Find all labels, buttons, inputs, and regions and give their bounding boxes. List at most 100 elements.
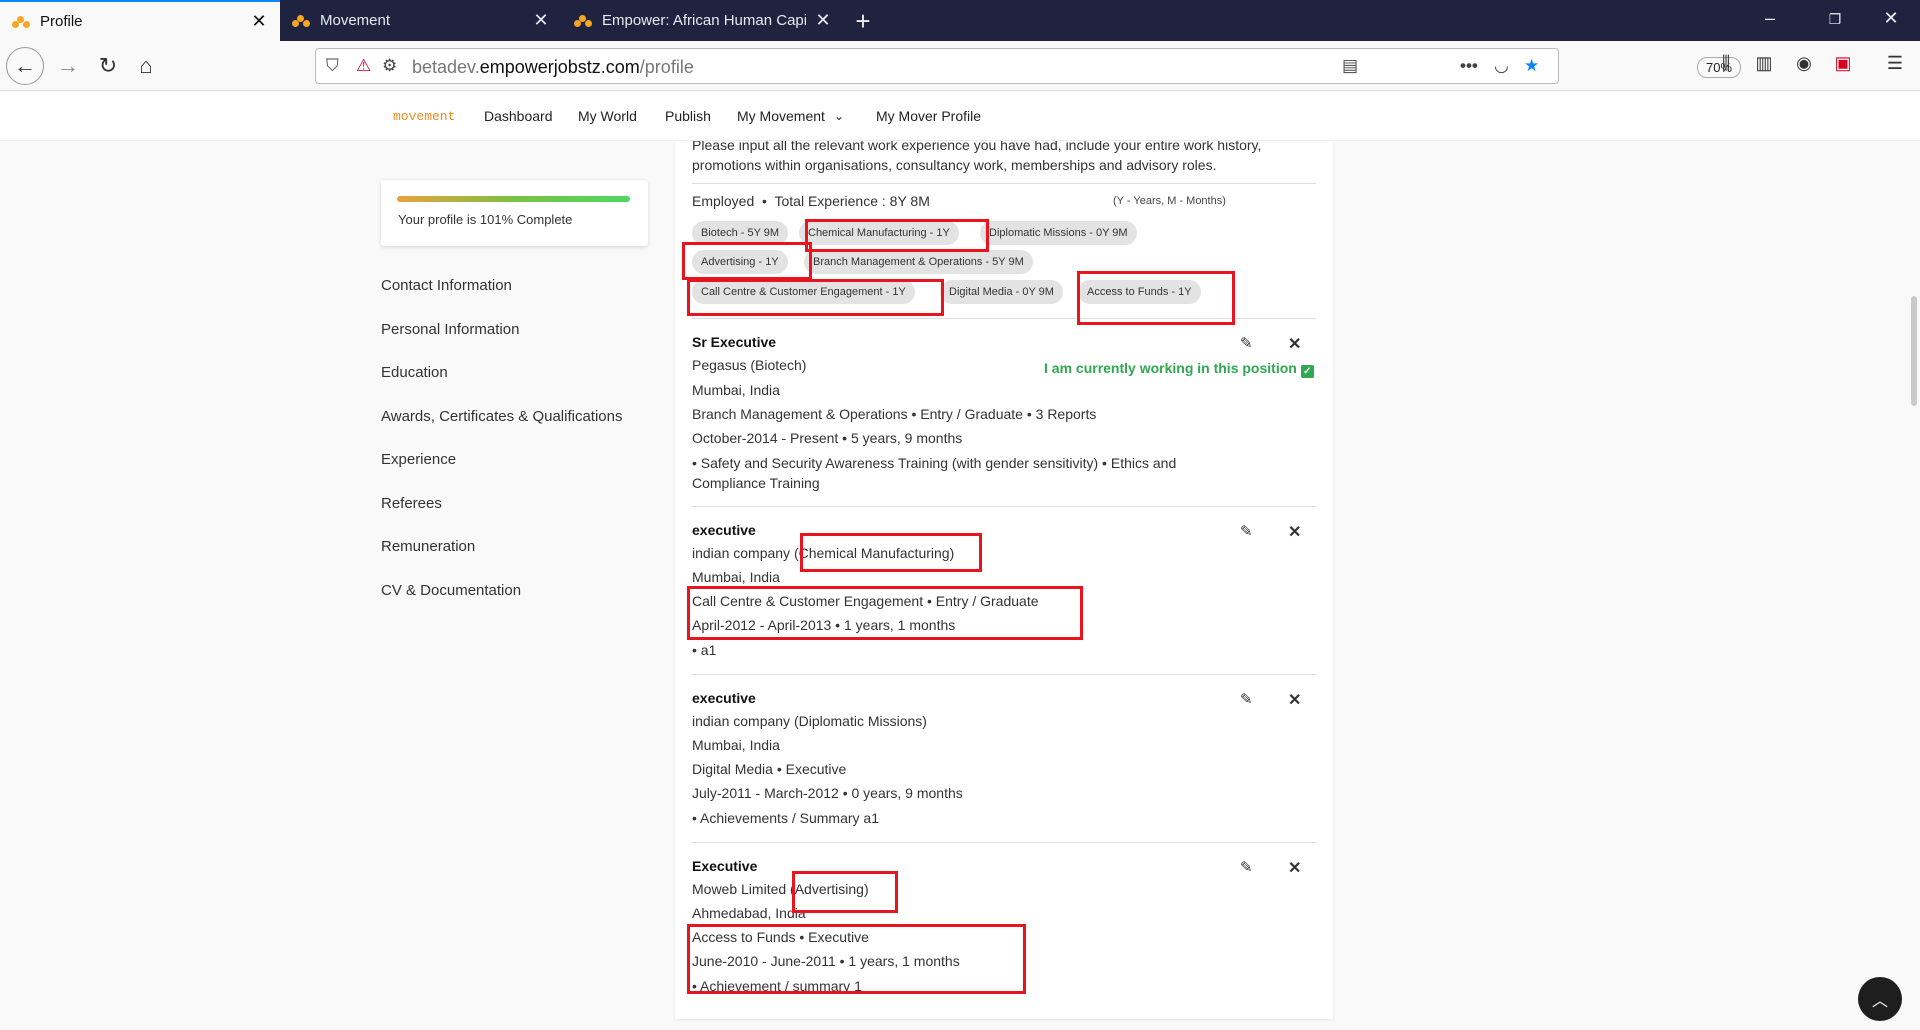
employment-status: Employed: [692, 193, 755, 209]
experience-intro: Please input all the relevant work exper…: [692, 141, 1262, 173]
entry-industry: (Advertising): [790, 881, 869, 897]
movement-logo-icon: [574, 14, 592, 27]
profile-progress-card: Your profile is 101% Complete: [381, 180, 648, 246]
divider: [692, 183, 1316, 184]
more-actions-icon[interactable]: •••: [1460, 56, 1478, 76]
tab-movement[interactable]: Movement ✕: [280, 0, 562, 41]
browser-tab-bar: Profile ✕ Movement ✕ Empower: African Hu…: [0, 0, 1920, 41]
nav-dashboard[interactable]: Dashboard: [484, 108, 553, 124]
divider: [692, 506, 1316, 507]
address-bar[interactable]: ⛉ ⚠ ⚙ betadev.empowerjobstz.com/profile …: [315, 48, 1742, 84]
entry-period: April-2012 - April-2013 • 1 years, 1 mon…: [692, 617, 956, 633]
close-icon[interactable]: ✕: [1288, 858, 1301, 878]
experience-chip: Access to Funds - 1Y: [1078, 280, 1201, 304]
experience-chip: Biotech - 5Y 9M: [692, 221, 789, 245]
close-icon[interactable]: ✕: [1288, 522, 1301, 542]
account-icon[interactable]: ◉: [1791, 53, 1817, 74]
experience-summary: Employed • Total Experience : 8Y 8M: [692, 193, 930, 209]
site-logo[interactable]: movement: [393, 109, 455, 124]
nav-my-movement[interactable]: My Movement: [737, 108, 825, 124]
entry-notes: • Achievement / summary 1: [692, 978, 862, 994]
entry-period: July-2011 - March-2012 • 0 years, 9 mont…: [692, 785, 963, 801]
close-icon[interactable]: ✕: [532, 10, 550, 31]
experience-chip: Branch Management & Operations - 5Y 9M: [804, 250, 1033, 274]
back-arrow-icon[interactable]: ←: [6, 47, 44, 85]
movement-logo-icon: [12, 15, 30, 28]
sidebar-toggle-icon[interactable]: ▥: [1751, 53, 1777, 74]
tab-empower[interactable]: Empower: African Human Capi ✕: [562, 0, 844, 41]
restore-icon[interactable]: ❐: [1820, 11, 1850, 28]
permissions-icon[interactable]: ⚙: [382, 56, 397, 76]
current-position-label: I am currently working in this position ✓: [1044, 360, 1314, 378]
pencil-icon[interactable]: ✎: [1240, 334, 1253, 352]
tab-title: Profile: [40, 13, 83, 30]
divider: [692, 842, 1316, 843]
experience-chip: Diplomatic Missions - 0Y 9M: [980, 221, 1137, 245]
browser-nav-bar: ← → ↻ ⌂ ⛉ ⚠ ⚙ betadev.empowerjobstz.com/…: [0, 41, 1920, 91]
chevron-down-icon[interactable]: ⌄: [834, 109, 844, 123]
back-to-top-button[interactable]: ︿: [1858, 977, 1902, 1021]
sidebar-item-awards[interactable]: Awards, Certificates & Qualifications: [381, 408, 623, 425]
pencil-icon[interactable]: ✎: [1240, 522, 1253, 540]
forward-arrow-icon[interactable]: →: [52, 50, 84, 82]
extension-icon[interactable]: ▣: [1830, 53, 1856, 74]
site-header: movement Dashboard My World Publish My M…: [0, 92, 1920, 141]
tab-profile[interactable]: Profile ✕: [0, 0, 280, 41]
divider: [692, 318, 1316, 319]
movement-logo-icon: [292, 14, 310, 27]
entry-company: Pegasus (Biotech): [692, 357, 807, 373]
checkbox-checked-icon[interactable]: ✓: [1300, 365, 1314, 378]
sidebar-item-remuneration[interactable]: Remuneration: [381, 538, 475, 555]
shield-icon[interactable]: ⛉: [326, 56, 339, 76]
tab-title: Movement: [320, 12, 391, 29]
entry-role-line: Access to Funds • Executive: [692, 929, 869, 945]
pocket-icon[interactable]: ◡: [1494, 56, 1509, 76]
experience-chip: Call Centre & Customer Engagement - 1Y: [692, 280, 915, 304]
insecure-lock-icon[interactable]: ⚠: [356, 56, 371, 76]
close-window-icon[interactable]: ✕: [1876, 8, 1906, 29]
divider: [692, 674, 1316, 675]
reload-icon[interactable]: ↻: [92, 50, 124, 82]
sidebar-item-cv-documentation[interactable]: CV & Documentation: [381, 582, 521, 599]
entry-notes: • Safety and Security Awareness Training…: [692, 455, 1177, 491]
sidebar-item-education[interactable]: Education: [381, 364, 448, 381]
entry-company: Moweb Limited (Advertising): [692, 881, 869, 897]
close-icon[interactable]: ✕: [814, 10, 832, 31]
entry-title: Sr Executive: [692, 334, 777, 350]
entry-location: Mumbai, India: [692, 569, 780, 585]
profile-progress-bar: [397, 196, 630, 202]
nav-my-world[interactable]: My World: [578, 108, 637, 124]
pencil-icon[interactable]: ✎: [1240, 858, 1253, 876]
entry-role-line: Digital Media • Executive: [692, 761, 847, 777]
bookmark-star-icon[interactable]: ★: [1524, 56, 1539, 76]
home-icon[interactable]: ⌂: [130, 50, 162, 82]
sidebar-item-experience[interactable]: Experience: [381, 451, 456, 468]
close-icon[interactable]: ✕: [1288, 334, 1301, 354]
reader-view-icon[interactable]: ▤: [1342, 56, 1358, 76]
entry-period: October-2014 - Present • 5 years, 9 mont…: [692, 430, 963, 446]
pencil-icon[interactable]: ✎: [1240, 690, 1253, 708]
library-icon[interactable]: ⫼: [1713, 53, 1739, 74]
sidebar-item-contact-information[interactable]: Contact Information: [381, 277, 512, 294]
entry-industry: (Chemical Manufacturing): [793, 545, 955, 561]
close-icon[interactable]: ✕: [250, 11, 268, 32]
hamburger-menu-icon[interactable]: ☰: [1882, 53, 1908, 74]
entry-notes: • a1: [692, 642, 717, 658]
experience-chip: Advertising - 1Y: [692, 250, 788, 274]
minimize-icon[interactable]: –: [1755, 8, 1785, 29]
nav-my-mover-profile[interactable]: My Mover Profile: [876, 108, 981, 124]
sidebar-item-referees[interactable]: Referees: [381, 495, 442, 512]
experience-chip: Digital Media - 0Y 9M: [940, 280, 1063, 304]
close-icon[interactable]: ✕: [1288, 690, 1301, 710]
page-scrollbar-thumb[interactable]: [1911, 296, 1917, 406]
entry-location: Mumbai, India: [692, 382, 780, 398]
sidebar-item-personal-information[interactable]: Personal Information: [381, 321, 519, 338]
entry-role-line: Call Centre & Customer Engagement • Entr…: [692, 593, 1039, 609]
entry-company: indian company (Chemical Manufacturing): [692, 545, 955, 561]
nav-publish[interactable]: Publish: [665, 108, 711, 124]
tab-title: Empower: African Human Capi: [602, 12, 806, 29]
entry-notes: • Achievements / Summary a1: [692, 810, 879, 826]
profile-progress-text: Your profile is 101% Complete: [398, 212, 573, 227]
url-text[interactable]: betadev.empowerjobstz.com/profile: [412, 57, 694, 78]
new-tab-button[interactable]: +: [848, 6, 878, 37]
